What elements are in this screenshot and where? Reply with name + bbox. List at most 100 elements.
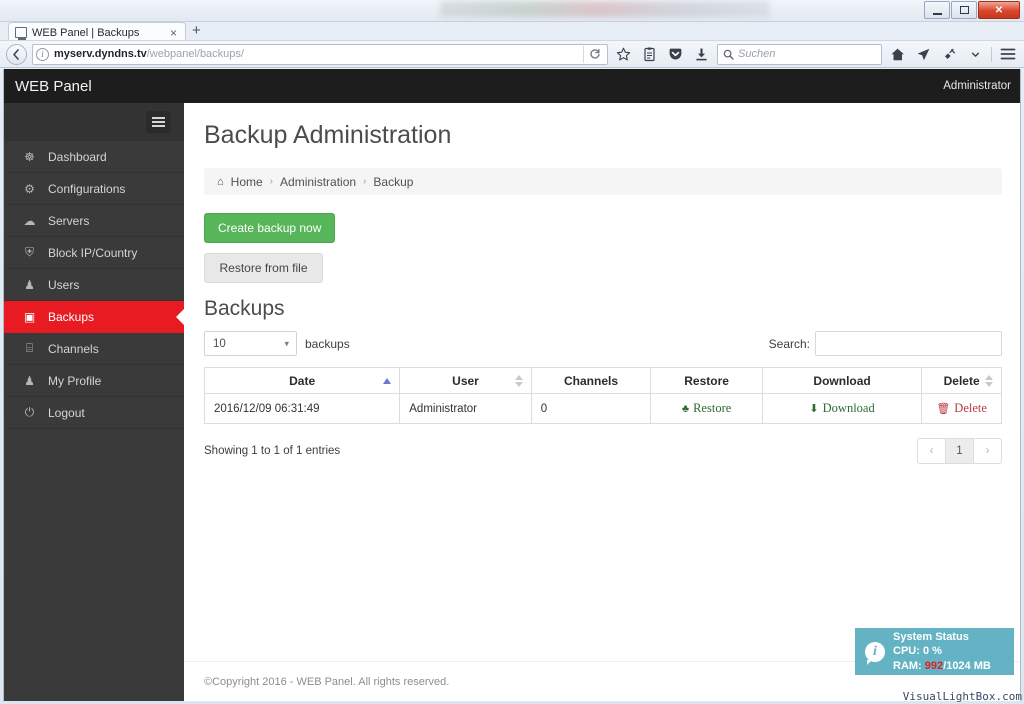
column-label: Channels (564, 373, 619, 388)
maximize-button[interactable] (951, 1, 977, 19)
restore-action-link[interactable]: ♣ Restore (682, 401, 731, 416)
page-viewport: WEB Panel Administrator ☸ Dashboard ⚙ Co… (3, 69, 1021, 701)
page-length-select[interactable]: 10 ▾ (204, 331, 297, 356)
gear-icon: ⚙ (24, 181, 35, 196)
entries-info: Showing 1 to 1 of 1 entries (204, 445, 341, 457)
pocket-icon (669, 48, 682, 59)
search-label: Search: (768, 336, 810, 351)
table-controls: 10 ▾ backups Search: (204, 329, 1002, 358)
chevron-down-icon (971, 52, 980, 57)
column-label: Delete (943, 373, 980, 388)
reload-icon (590, 48, 600, 59)
breadcrumb-item-backup[interactable]: Backup (373, 175, 413, 189)
url-host: myserv.dyndns.tv (54, 48, 147, 60)
column-label: Date (289, 373, 316, 388)
reload-button[interactable] (583, 45, 606, 63)
cell-restore: ♣ Restore (650, 393, 763, 424)
pagination-page-1[interactable]: 1 (945, 438, 974, 464)
close-tab-icon[interactable]: × (168, 27, 179, 39)
film-icon: ⌸ (25, 341, 34, 355)
column-header-channels[interactable]: Channels (530, 367, 652, 394)
downloads-button[interactable] (691, 44, 712, 65)
sidebar-item-block-ip-country[interactable]: ⛨ Block IP/Country (4, 237, 184, 269)
sidebar: ☸ Dashboard ⚙ Configurations ☁ Servers ⛨… (4, 103, 184, 701)
restore-from-file-button[interactable]: Restore from file (204, 253, 323, 283)
sidebar-item-label: Logout (48, 405, 85, 420)
system-status-cpu: CPU: 0 % (893, 645, 942, 658)
window-titlebar: ✕ (0, 0, 1024, 22)
download-action-link[interactable]: ⬇ Download (809, 401, 874, 416)
search-input[interactable] (815, 331, 1002, 356)
sidebar-item-dashboard[interactable]: ☸ Dashboard (4, 141, 184, 173)
delete-action-link[interactable]: 🗑 Delete (936, 401, 987, 416)
bookmark-star-button[interactable] (613, 44, 634, 65)
pagination: ‹ 1 › (917, 438, 1002, 464)
pocket-button[interactable] (665, 44, 686, 65)
new-tab-button[interactable]: + (192, 23, 201, 38)
column-header-date[interactable]: Date (203, 367, 401, 394)
download-icon (696, 48, 707, 60)
ram-total-value: /1024 MB (943, 659, 991, 672)
home-icon: ⌂ (217, 175, 224, 188)
sidebar-item-servers[interactable]: ☁ Servers (4, 205, 184, 237)
sidebar-item-channels[interactable]: ⌸ Channels (4, 333, 184, 365)
column-label: Download (813, 373, 871, 388)
download-icon: ⬇ (809, 403, 819, 415)
column-header-download[interactable]: Download (761, 367, 923, 394)
sidebar-item-label: My Profile (48, 373, 102, 388)
pagination-next[interactable]: › (973, 438, 1002, 464)
browser-tab[interactable]: WEB Panel | Backups × (8, 22, 186, 42)
cell-user: Administrator (399, 393, 532, 424)
window-controls: ✕ (924, 1, 1020, 19)
watermark: VisualLightBox.com (902, 690, 1022, 703)
breadcrumb-item-home[interactable]: Home (231, 175, 263, 189)
home-button[interactable] (887, 44, 908, 65)
column-header-user[interactable]: User (399, 367, 532, 394)
send-tab-button[interactable] (913, 44, 934, 65)
table-footer: Showing 1 to 1 of 1 entries ‹ 1 › (204, 438, 1002, 464)
info-icon: i (865, 641, 885, 665)
overflow-chevron-button[interactable] (965, 44, 986, 65)
topbar-user-label[interactable]: Administrator (943, 80, 1011, 92)
address-bar[interactable]: i myserv.dyndns.tv/webpanel/backups/ (32, 43, 608, 65)
table-header-row: Date User Channels Restore Download Dele… (203, 367, 1002, 394)
sidebar-item-logout[interactable]: ⏻ Logout (4, 397, 184, 429)
copyright-text: ©Copyright 2016 - WEB Panel. All rights … (204, 675, 450, 688)
url-path: /webpanel/backups/ (146, 48, 244, 60)
breadcrumb-item-administration[interactable]: Administration (280, 175, 356, 189)
browser-search-box[interactable]: Suchen (717, 43, 882, 65)
sidebar-item-configurations[interactable]: ⚙ Configurations (4, 173, 184, 205)
dashboard-icon: ☸ (24, 149, 35, 164)
close-window-button[interactable]: ✕ (978, 1, 1020, 19)
table-row: 2016/12/09 06:31:49 Administrator 0 ♣ Re… (203, 393, 1002, 424)
hamburger-menu-icon (152, 125, 165, 127)
pagination-previous[interactable]: ‹ (917, 438, 946, 464)
sidebar-item-label: Servers (48, 213, 90, 228)
app-menu-button[interactable] (997, 44, 1018, 65)
column-header-restore[interactable]: Restore (650, 367, 763, 394)
chevron-right-icon: › (363, 176, 367, 187)
back-button[interactable] (6, 43, 27, 65)
create-backup-button[interactable]: Create backup now (204, 213, 336, 243)
browser-toolbar: i myserv.dyndns.tv/webpanel/backups/ Suc… (0, 40, 1024, 68)
table-search-group: Search: (769, 331, 1002, 356)
site-info-icon[interactable]: i (36, 47, 49, 61)
page-length-group: 10 ▾ backups (204, 331, 350, 356)
minimize-button[interactable] (924, 1, 950, 19)
sidebar-item-backups[interactable]: ▣ Backups (4, 301, 184, 333)
app-brand[interactable]: WEB Panel (15, 78, 92, 95)
sidebar-toggle-button[interactable] (146, 111, 171, 133)
sort-toggle-icon (514, 374, 523, 387)
main-content: Backup Administration ⌂ Home › Administr… (184, 103, 1020, 701)
send-tab-icon (917, 48, 930, 60)
library-button[interactable] (639, 44, 660, 65)
column-header-delete[interactable]: Delete (921, 367, 1002, 394)
cloud-icon: ☁ (23, 213, 36, 228)
sidebar-item-users[interactable]: ♟ Users (4, 269, 184, 301)
plugin-button[interactable] (939, 44, 960, 65)
page-title: Backup Administration (204, 121, 452, 149)
system-status-lines: System Status CPU: 0 % RAM: 992/1024 MB (893, 630, 991, 674)
user-icon: ♟ (24, 373, 35, 388)
system-status-box: i System Status CPU: 0 % RAM: 992/1024 M… (855, 628, 1014, 675)
sidebar-item-my-profile[interactable]: ♟ My Profile (4, 365, 184, 397)
